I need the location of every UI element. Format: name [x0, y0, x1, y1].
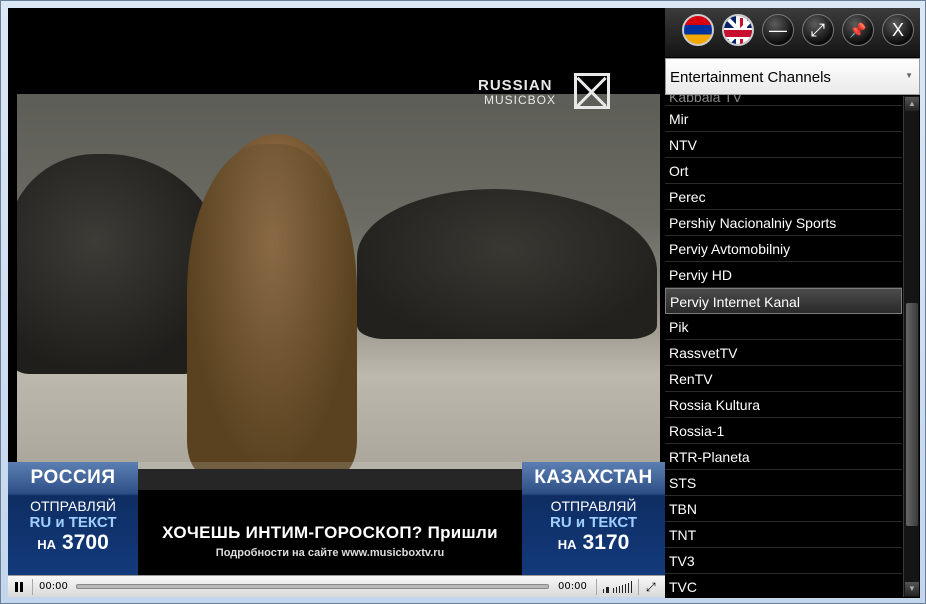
video-player[interactable]: RUSSIAN MUSICBOX РОССИЯ ОТПРАВЛЯЙ RU и Т… — [8, 8, 665, 575]
ticker-promo: ХОЧЕШЬ ИНТИМ-ГОРОСКОП? Пришли Подробност… — [138, 462, 522, 575]
ticker-left-country: РОССИЯ — [30, 467, 116, 488]
panel-toolbar: — ⤢ 📌 X — [665, 8, 920, 57]
channel-item[interactable]: RTR-Planeta — [665, 444, 902, 470]
channel-item[interactable]: Pik — [665, 314, 902, 340]
volume-icon[interactable] — [603, 581, 633, 593]
scroll-up-icon[interactable]: ▲ — [905, 97, 919, 111]
ticker-right-number: 3170 — [582, 531, 630, 554]
channel-item[interactable]: TVC — [665, 574, 902, 598]
channel-item[interactable]: Perviy HD — [665, 262, 902, 288]
control-divider — [596, 579, 597, 595]
ticker-right-number-line: НА 3170 — [522, 531, 665, 555]
ticker-right-code: RU и ТЕКСТ — [550, 514, 637, 531]
channel-logo: RUSSIAN MUSICBOX — [478, 71, 613, 113]
ticker-promo-text: ХОЧЕШЬ ИНТИМ-ГОРОСКОП? Пришли — [162, 523, 498, 542]
category-dropdown[interactable]: Entertainment Channels ▼ — [665, 58, 920, 95]
category-selected: Entertainment Channels — [670, 69, 831, 86]
seek-bar[interactable] — [76, 584, 549, 589]
channel-item[interactable]: TBN — [665, 496, 902, 522]
channel-item[interactable]: NTV — [665, 132, 902, 158]
channel-item[interactable]: Perec — [665, 184, 902, 210]
channel-item-partial[interactable]: Kabbala TV — [665, 95, 902, 106]
channel-item[interactable]: Mir — [665, 106, 902, 132]
playback-controls: 00:00 00:00 ⤢ — [8, 575, 665, 597]
video-ticker: РОССИЯ ОТПРАВЛЯЙ RU и ТЕКСТ НА 3700 ХОЧЕШ… — [8, 462, 665, 575]
app-window: RUSSIAN MUSICBOX РОССИЯ ОТПРАВЛЯЙ RU и Т… — [0, 0, 926, 604]
channel-item[interactable]: RenTV — [665, 366, 902, 392]
ticker-left-number-line: НА 3700 — [8, 531, 138, 555]
channel-item[interactable]: Rossia-1 — [665, 418, 902, 444]
uk-flag-icon[interactable] — [722, 14, 754, 46]
ticker-left-number: 3700 — [62, 531, 109, 554]
ticker-right-prefix: НА — [557, 537, 577, 552]
channel-item[interactable]: STS — [665, 470, 902, 496]
ticker-left-send: ОТПРАВЛЯЙ — [30, 498, 116, 514]
control-divider — [32, 579, 33, 595]
control-divider — [638, 579, 639, 595]
armenian-flag-icon[interactable] — [682, 14, 714, 46]
logo-line1: RUSSIAN — [478, 77, 553, 94]
scroll-down-icon[interactable]: ▼ — [905, 582, 919, 596]
ticker-right-country: КАЗАХСТАН — [534, 467, 653, 488]
pin-icon[interactable]: 📌 — [842, 14, 874, 46]
scene-person — [187, 144, 357, 469]
fullscreen-icon[interactable]: ⤢ — [646, 581, 658, 593]
channel-item[interactable]: Pershiy Nacionalniy Sports — [665, 210, 902, 236]
channel-item-selected[interactable]: Perviy Internet Kanal — [665, 288, 902, 314]
channel-list: Kabbala TV Mir NTV Ort Perec Pershiy Nac… — [665, 95, 902, 598]
ticker-left-code: RU и ТЕКСТ — [29, 514, 117, 531]
pause-icon[interactable] — [15, 582, 24, 592]
channel-item[interactable]: TNT — [665, 522, 902, 548]
channel-panel: — ⤢ 📌 X Entertainment Channels ▼ Kabbala… — [665, 8, 920, 598]
logo-line2: MUSICBOX — [484, 93, 557, 107]
channel-item[interactable]: Ort — [665, 158, 902, 184]
ticker-promo-sub: Подробности на сайте www.musicboxtv.ru — [215, 547, 445, 559]
minimize-icon[interactable]: — — [762, 14, 794, 46]
channel-list-scrollbar[interactable]: ▲ ▼ — [903, 96, 919, 597]
channel-item[interactable]: TV3 — [665, 548, 902, 574]
ticker-right-send: ОТПРАВЛЯЙ — [550, 498, 637, 514]
channel-item[interactable]: RassvetTV — [665, 340, 902, 366]
channel-item[interactable]: Rossia Kultura — [665, 392, 902, 418]
ticker-right: КАЗАХСТАН ОТПРАВЛЯЙ RU и ТЕКСТ НА 3170 — [522, 462, 665, 575]
ticker-left-prefix: НА — [37, 537, 57, 552]
chevron-down-icon: ▼ — [905, 71, 913, 80]
video-frame — [17, 94, 660, 469]
logo-mark-icon — [574, 73, 610, 109]
scene-rock-right — [357, 189, 657, 339]
time-elapsed: 00:00 — [39, 581, 68, 592]
time-total: 00:00 — [558, 581, 587, 592]
channel-item[interactable]: Perviy Avtomobilniy — [665, 236, 902, 262]
scrollbar-thumb[interactable] — [906, 303, 918, 526]
ticker-left: РОССИЯ ОТПРАВЛЯЙ RU и ТЕКСТ НА 3700 — [8, 462, 138, 575]
fullscreen-expand-icon[interactable]: ⤢ — [802, 14, 834, 46]
close-icon[interactable]: X — [882, 14, 914, 46]
